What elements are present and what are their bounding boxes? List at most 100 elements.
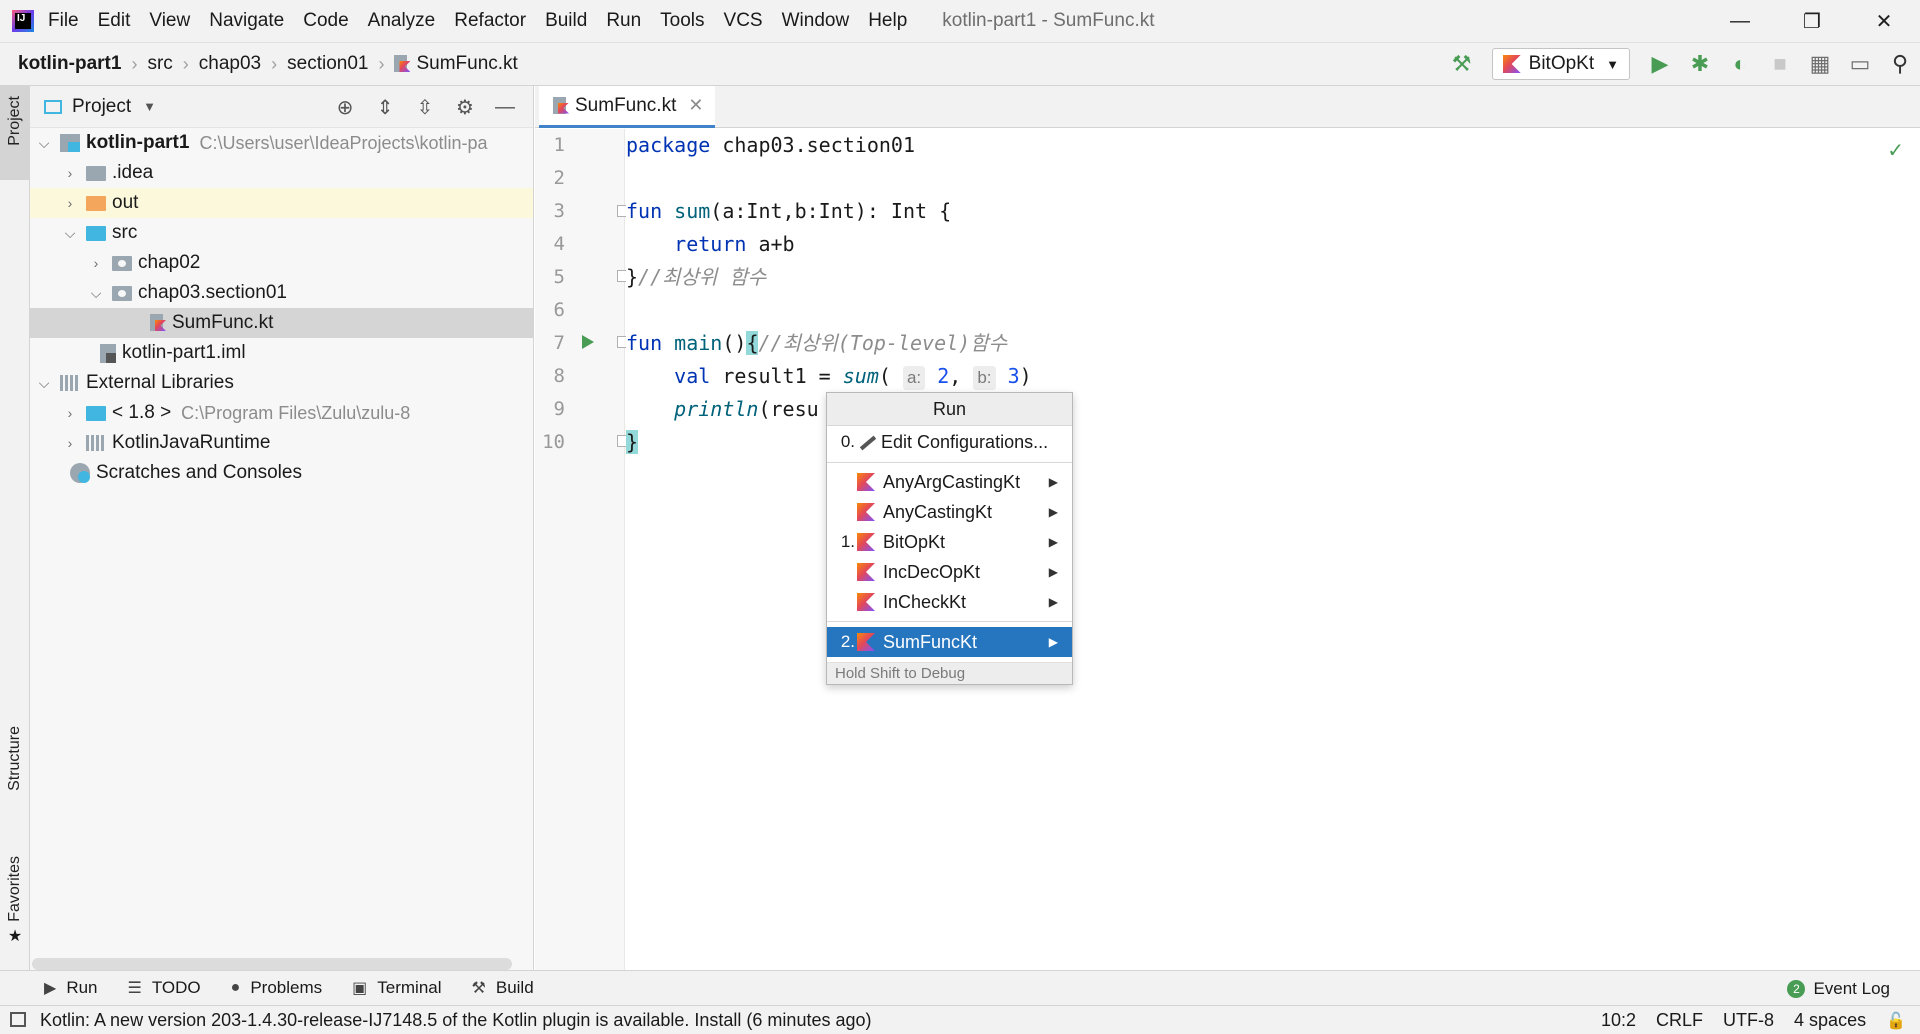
gear-icon[interactable]: ⚙ — [445, 95, 485, 120]
popup-item-anycastingkt[interactable]: AnyCastingKt ▶ — [827, 497, 1072, 527]
terminal-icon: ▣ — [352, 980, 368, 997]
tab-sumfunc[interactable]: SumFunc.kt ✕ — [539, 86, 716, 128]
menu-code[interactable]: Code — [303, 10, 348, 32]
build-tool-button[interactable]: ⚒ Build — [472, 978, 534, 998]
popup-item-incdecopkt[interactable]: IncDecOpKt ▶ — [827, 557, 1072, 587]
todo-tool-button[interactable]: ☰ TODO — [128, 978, 201, 998]
close-icon[interactable]: ✕ — [688, 95, 703, 116]
chevron-right-icon[interactable]: › — [62, 405, 78, 421]
chevron-right-icon[interactable]: › — [62, 195, 78, 211]
caret-position[interactable]: 10:2 — [1601, 1010, 1636, 1031]
line-separator[interactable]: CRLF — [1656, 1010, 1703, 1031]
hide-panel-icon[interactable]: — — [485, 96, 525, 119]
file-encoding[interactable]: UTF-8 — [1723, 1010, 1774, 1031]
status-bar: Kotlin: A new version 203-1.4.30-release… — [0, 1005, 1920, 1034]
tree-item-src[interactable]: ⌵ src — [30, 218, 533, 248]
menu-navigate[interactable]: Navigate — [209, 10, 284, 32]
expand-all-icon[interactable]: ⇕ — [365, 95, 405, 120]
project-tool-tab[interactable]: Project — [0, 86, 30, 180]
chevron-down-icon[interactable]: ⌵ — [88, 285, 104, 302]
menu-vcs[interactable]: VCS — [724, 10, 763, 32]
parameter-hint: b: — [973, 366, 996, 390]
menu-help[interactable]: Help — [868, 10, 907, 32]
code-editor[interactable]: package chap03.section01 fun sum(a:Int,b… — [626, 129, 1920, 970]
tree-item-iml[interactable]: kotlin-part1.iml — [30, 338, 533, 368]
tree-item-idea[interactable]: › .idea — [30, 158, 533, 188]
chevron-down-icon[interactable]: ⌵ — [62, 225, 78, 242]
left-tool-strip: Project Structure Favorites ★ — [0, 86, 30, 970]
status-message[interactable]: Kotlin: A new version 203-1.4.30-release… — [40, 1010, 872, 1031]
popup-item-anyargcastingkt[interactable]: AnyArgCastingKt ▶ — [827, 467, 1072, 497]
tree-item-sumfunc[interactable]: SumFunc.kt — [30, 308, 533, 338]
horizontal-scrollbar[interactable] — [32, 958, 512, 970]
toggle-tool-windows-icon[interactable] — [10, 1012, 26, 1027]
intellij-logo-icon: IJ — [12, 10, 34, 32]
locate-file-icon[interactable]: ⊕ — [325, 95, 365, 120]
run-gutter-icon[interactable] — [582, 335, 594, 349]
menu-refactor[interactable]: Refactor — [454, 10, 526, 32]
tree-item-scratches[interactable]: Scratches and Consoles — [30, 458, 533, 488]
panel-window-icon — [44, 99, 62, 114]
search-icon[interactable]: ⚲ — [1880, 44, 1920, 84]
run-configuration-select[interactable]: BitOpKt ▼ — [1491, 48, 1630, 80]
project-view-select[interactable]: Project ▼ — [44, 96, 156, 118]
terminal-tool-button[interactable]: ▣ Terminal — [352, 978, 441, 998]
show-panel-icon[interactable]: ▭ — [1840, 44, 1880, 84]
tree-item-chap02[interactable]: › chap02 — [30, 248, 533, 278]
debug-icon[interactable]: ✱ — [1680, 44, 1720, 84]
tree-item-chap03-section01[interactable]: ⌵ chap03.section01 — [30, 278, 533, 308]
stop-icon[interactable]: ■ — [1760, 44, 1800, 84]
menu-view[interactable]: View — [149, 10, 190, 32]
breadcrumb-src[interactable]: src — [147, 53, 172, 75]
project-structure-icon[interactable]: ▦ — [1800, 44, 1840, 84]
breadcrumb-project[interactable]: kotlin-part1 — [18, 53, 121, 75]
tree-item-project-root[interactable]: ⌵ kotlin-part1 C:\Users\user\IdeaProject… — [30, 128, 533, 158]
event-log-button[interactable]: 2 Event Log — [1787, 971, 1890, 1006]
menu-tools[interactable]: Tools — [660, 10, 704, 32]
close-window-button[interactable]: ✕ — [1848, 0, 1920, 42]
menu-run[interactable]: Run — [606, 10, 641, 32]
menu-build[interactable]: Build — [545, 10, 587, 32]
chevron-down-icon[interactable]: ⌵ — [36, 375, 52, 392]
breadcrumb-chap03[interactable]: chap03 — [199, 53, 261, 75]
tree-item-external-libraries[interactable]: ⌵ External Libraries — [30, 368, 533, 398]
kotlin-logo-icon — [857, 473, 875, 491]
tree-item-kotlin-runtime[interactable]: › KotlinJavaRuntime — [30, 428, 533, 458]
chevron-right-icon[interactable]: › — [62, 165, 78, 181]
problems-tool-button[interactable]: ● Problems — [231, 978, 322, 998]
popup-edit-configurations[interactable]: 0. Edit Configurations... — [827, 427, 1072, 457]
coverage-icon[interactable]: ◐ — [1720, 44, 1760, 84]
chevron-right-icon[interactable]: › — [88, 255, 104, 271]
collapse-all-icon[interactable]: ⇳ — [405, 95, 445, 120]
menu-window[interactable]: Window — [782, 10, 850, 32]
tool-button-label: Run — [66, 978, 98, 997]
inspection-ok-icon[interactable]: ✓ — [1887, 138, 1904, 163]
run-tool-button[interactable]: ▶ Run — [44, 978, 98, 998]
indent-setting[interactable]: 4 spaces — [1794, 1010, 1866, 1031]
popup-item-bitopkt[interactable]: 1. BitOpKt ▶ — [827, 527, 1072, 557]
code-line-1: package chap03.section01 — [626, 129, 915, 162]
chevron-right-icon[interactable]: › — [62, 435, 78, 451]
restore-button[interactable]: ❐ — [1776, 0, 1848, 42]
chevron-down-icon[interactable]: ⌵ — [36, 135, 52, 152]
code-token: (resu — [758, 397, 819, 421]
menu-edit[interactable]: Edit — [98, 10, 131, 32]
run-icon[interactable]: ▶ — [1640, 44, 1680, 84]
popup-item-sumfunckt[interactable]: 2. SumFuncKt ▶ — [827, 627, 1072, 657]
project-panel: Project ▼ ⊕ ⇕ ⇳ ⚙ — ⌵ kotlin-part1 C:\Us… — [30, 86, 534, 970]
structure-tool-tab-label: Structure — [6, 726, 23, 791]
breadcrumb-separator-icon: › — [271, 53, 278, 74]
breadcrumb-section01[interactable]: section01 — [287, 53, 368, 75]
breadcrumb-file[interactable]: SumFunc.kt — [394, 53, 518, 75]
lock-icon[interactable]: 🔓 — [1886, 1011, 1906, 1031]
popup-item-incheckkt[interactable]: InCheckKt ▶ — [827, 587, 1072, 617]
tree-item-jdk[interactable]: › < 1.8 > C:\Program Files\Zulu\zulu-8 — [30, 398, 533, 428]
menu-analyze[interactable]: Analyze — [368, 10, 436, 32]
minimize-button[interactable]: — — [1704, 0, 1776, 42]
menu-file[interactable]: File — [48, 10, 79, 32]
structure-tool-tab[interactable]: Structure — [0, 726, 30, 826]
favorites-tool-tab[interactable]: Favorites ★ — [0, 856, 30, 956]
tree-item-out[interactable]: › out — [30, 188, 533, 218]
hammer-icon[interactable]: ⚒ — [1442, 44, 1482, 84]
play-icon: ▶ — [44, 980, 57, 997]
